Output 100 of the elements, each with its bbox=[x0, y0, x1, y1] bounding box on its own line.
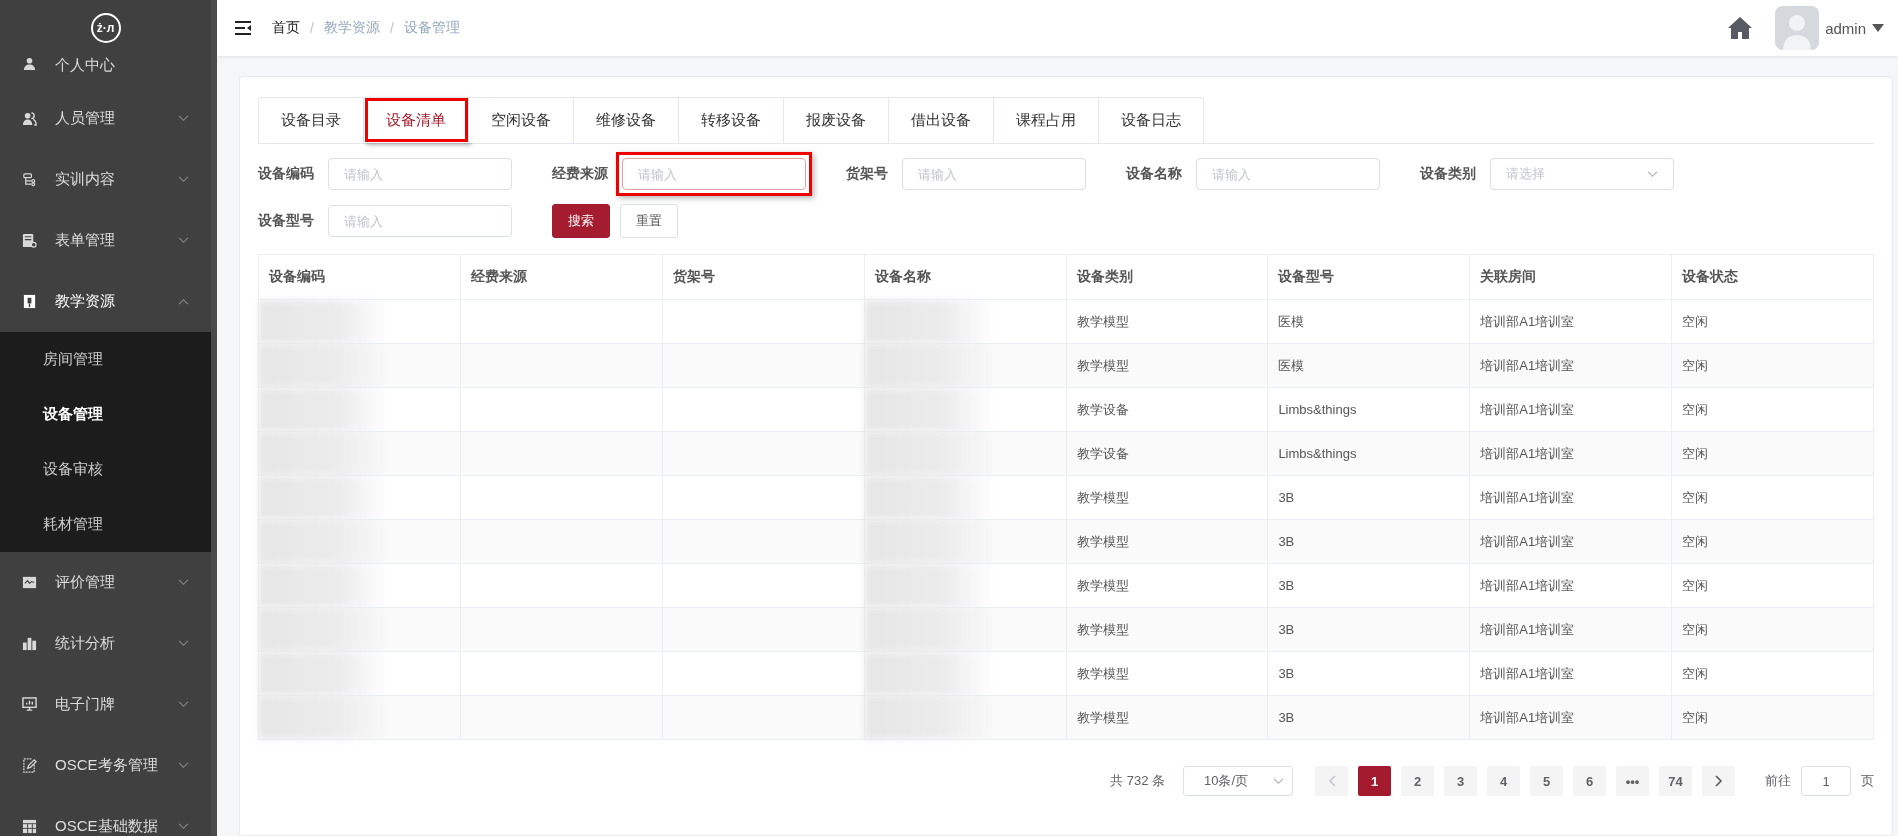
menu-icon[interactable] bbox=[234, 20, 252, 36]
breadcrumb-separator: / bbox=[310, 20, 314, 36]
search-button[interactable]: 搜索 bbox=[552, 204, 610, 238]
reset-button[interactable]: 重置 bbox=[620, 204, 678, 238]
page-button[interactable]: ••• bbox=[1616, 766, 1649, 796]
table-cell: 培训部A1培训室 bbox=[1480, 621, 1575, 637]
sidebar-item[interactable]: 教学资源 bbox=[0, 271, 211, 332]
submenu-item[interactable]: 设备管理 bbox=[0, 387, 211, 442]
table-cell: 培训部A1培训室 bbox=[1480, 533, 1575, 549]
field-label: 设备类别 bbox=[1420, 165, 1476, 183]
table-cell: 教学模型 bbox=[1076, 577, 1129, 593]
table-cell: 教学设备 bbox=[1076, 445, 1129, 461]
chevron-icon bbox=[178, 176, 189, 183]
sidebar-item[interactable]: OSCE考务管理 bbox=[0, 735, 211, 796]
submenu-item[interactable]: 耗材管理 bbox=[0, 497, 211, 552]
submenu-item[interactable]: 设备审核 bbox=[0, 442, 211, 497]
edit-icon bbox=[22, 758, 37, 773]
chevron-icon bbox=[178, 298, 189, 305]
sidebar-item[interactable]: 人员管理 bbox=[0, 88, 211, 149]
breadcrumb-separator: / bbox=[389, 20, 394, 36]
field-label: 设备型号 bbox=[258, 212, 314, 230]
table-cell: 空闲 bbox=[1682, 489, 1709, 505]
tab[interactable]: 设备目录 bbox=[258, 97, 364, 143]
page-button[interactable]: 1 bbox=[1358, 766, 1391, 796]
table-cell: 培训部A1培训室 bbox=[1480, 709, 1575, 725]
breadcrumb-item[interactable]: 首页 bbox=[272, 19, 300, 37]
sidebar-item[interactable]: 个人中心 bbox=[0, 56, 211, 88]
field-label: 设备名称 bbox=[1126, 165, 1182, 183]
column-header: 货架号 bbox=[662, 254, 865, 300]
input-field[interactable]: 请输入 bbox=[1196, 158, 1380, 190]
table-cell: 培训部A1培训室 bbox=[1480, 489, 1575, 505]
chevron-left-icon bbox=[1327, 775, 1336, 787]
breadcrumb-item: 教学资源 bbox=[323, 19, 380, 37]
page-size-select[interactable]: 10条/页 bbox=[1183, 766, 1293, 796]
input-field[interactable]: 请输入 bbox=[902, 158, 1086, 190]
input-field[interactable]: 请输入 bbox=[328, 205, 512, 237]
table-cell: 教学设备 bbox=[1076, 401, 1129, 417]
table-cell: 教学模型 bbox=[1076, 709, 1129, 725]
page-button[interactable]: 4 bbox=[1487, 766, 1520, 796]
column-header: 设备名称 bbox=[864, 254, 1066, 300]
person-icon bbox=[22, 56, 37, 71]
table-cell: 培训部A1培训室 bbox=[1480, 401, 1575, 417]
table-cell: 教学模型 bbox=[1076, 621, 1129, 637]
sidebar-item[interactable]: 评价管理 bbox=[0, 552, 211, 613]
table-cell: 空闲 bbox=[1682, 533, 1709, 549]
tab[interactable]: 报废设备 bbox=[784, 97, 889, 143]
field-label: 经费来源 bbox=[552, 165, 608, 183]
table-cell: 医模 bbox=[1278, 357, 1305, 373]
chevron-right-icon bbox=[1714, 775, 1723, 787]
page-button[interactable]: 74 bbox=[1659, 766, 1692, 796]
tab[interactable]: 转移设备 bbox=[679, 97, 784, 143]
column-header: 关联房间 bbox=[1469, 254, 1672, 300]
column-header: 经费来源 bbox=[460, 254, 663, 300]
chevron-icon bbox=[1273, 777, 1284, 785]
avatar[interactable] bbox=[1775, 6, 1820, 50]
tab[interactable]: 维修设备 bbox=[574, 97, 679, 143]
input-field[interactable]: 请输入 bbox=[328, 158, 512, 190]
tab[interactable]: 课程占用 bbox=[994, 97, 1099, 143]
column-header: 设备型号 bbox=[1267, 254, 1470, 300]
chevron-icon bbox=[178, 115, 189, 122]
monitor-icon bbox=[22, 697, 37, 712]
goto-label: 前往 bbox=[1765, 772, 1791, 790]
table-cell: 空闲 bbox=[1682, 577, 1709, 593]
page-button[interactable]: 2 bbox=[1401, 766, 1434, 796]
chevron-icon bbox=[178, 579, 189, 586]
form-icon bbox=[22, 233, 37, 248]
user-menu[interactable]: admin bbox=[1825, 19, 1884, 37]
tab[interactable]: 设备日志 bbox=[1099, 97, 1204, 143]
sidebar-item[interactable]: 电子门牌 bbox=[0, 674, 211, 735]
home-icon[interactable] bbox=[1727, 16, 1754, 40]
caret-icon bbox=[1872, 24, 1884, 32]
column-header: 设备类别 bbox=[1066, 254, 1268, 300]
tab[interactable]: 空闲设备 bbox=[469, 97, 574, 143]
next-page-button[interactable] bbox=[1702, 766, 1735, 796]
chart-icon bbox=[22, 575, 37, 590]
page-input[interactable]: 1 bbox=[1801, 766, 1851, 796]
table-cell: 教学模型 bbox=[1076, 357, 1129, 373]
chevron-icon bbox=[178, 823, 189, 830]
chevron-icon bbox=[178, 237, 189, 244]
column-header: 设备编码 bbox=[258, 254, 461, 300]
submenu-item[interactable]: 房间管理 bbox=[0, 332, 211, 387]
tab[interactable]: 设备清单 bbox=[364, 97, 469, 143]
input-field[interactable]: 请输入 bbox=[622, 158, 806, 190]
sidebar-item[interactable]: OSCE基础数据 bbox=[0, 796, 211, 836]
table-cell: 3B bbox=[1278, 666, 1295, 681]
tab[interactable]: 借出设备 bbox=[889, 97, 994, 143]
tree-icon bbox=[22, 172, 37, 187]
table-cell: 培训部A1培训室 bbox=[1480, 665, 1575, 681]
page-button[interactable]: 5 bbox=[1530, 766, 1563, 796]
table-cell: 医模 bbox=[1278, 313, 1305, 329]
page-button[interactable]: 3 bbox=[1444, 766, 1477, 796]
page-suffix: 页 bbox=[1861, 772, 1874, 790]
page-button[interactable]: 6 bbox=[1573, 766, 1606, 796]
sidebar-item[interactable]: 统计分析 bbox=[0, 613, 211, 674]
sidebar-item[interactable]: 实训内容 bbox=[0, 149, 211, 210]
table-cell: 空闲 bbox=[1682, 665, 1709, 681]
chevron-icon bbox=[1647, 170, 1658, 178]
table-cell: 教学模型 bbox=[1076, 489, 1129, 505]
table-cell: Limbs&things bbox=[1278, 446, 1357, 461]
sidebar-item[interactable]: 表单管理 bbox=[0, 210, 211, 271]
